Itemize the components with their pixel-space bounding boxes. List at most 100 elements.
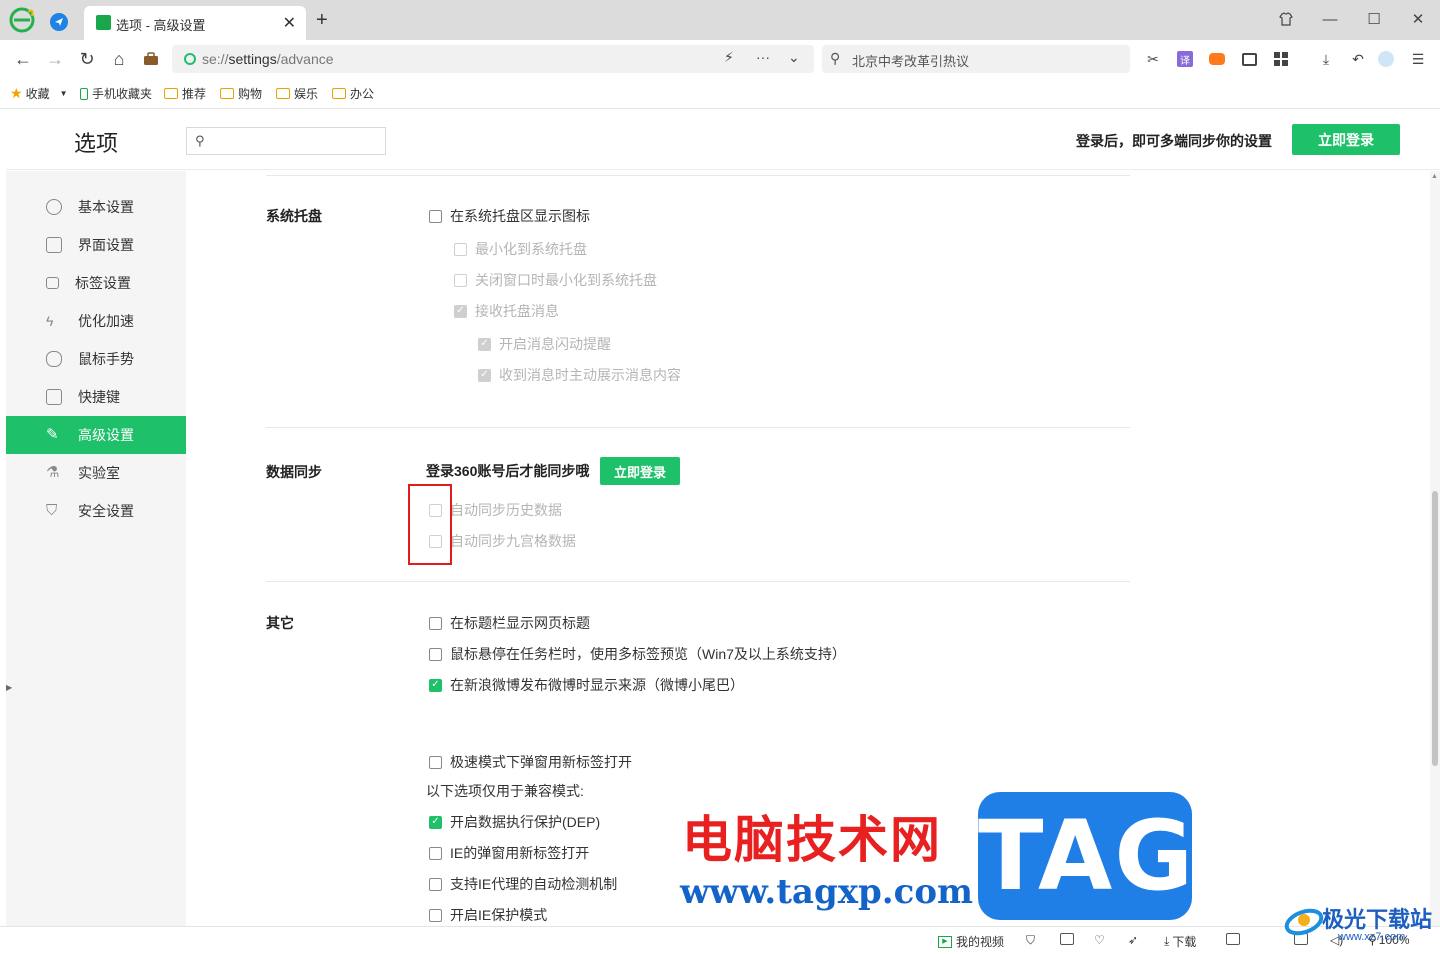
scissors-icon[interactable]: ✂ bbox=[1143, 49, 1163, 69]
sidebar-item-speed[interactable]: ϟ 优化加速 bbox=[6, 302, 186, 340]
url-bar[interactable]: se://settings/advance ⚡ ··· ⌄ bbox=[172, 45, 814, 73]
download-icon: ⤓ bbox=[1164, 934, 1170, 948]
shield-status-icon[interactable]: ⛉ bbox=[1026, 933, 1035, 948]
profile-icon[interactable] bbox=[1376, 49, 1396, 69]
sidebar-item-security[interactable]: ⛉ 安全设置 bbox=[6, 492, 186, 530]
weibo-source-checkbox[interactable]: ✓ 在新浪微博发布微博时显示来源（微博小尾巴） bbox=[429, 675, 744, 695]
scrollbar[interactable]: ▲ bbox=[1430, 171, 1440, 926]
checkbox[interactable]: ✓ bbox=[454, 304, 467, 318]
menu-icon[interactable]: ☰ bbox=[1408, 49, 1428, 69]
search-text: 北京中考改革引热议 bbox=[852, 54, 970, 69]
checkbox[interactable]: ✓ bbox=[429, 815, 442, 829]
image-icon[interactable] bbox=[1060, 933, 1078, 945]
bookmark-folder[interactable]: 娱乐 bbox=[276, 85, 318, 102]
flask-icon: ⚗ bbox=[46, 464, 60, 481]
download-button[interactable]: ⤓ 下载 bbox=[1164, 933, 1196, 950]
sidebar-item-ui[interactable]: 界面设置 bbox=[6, 226, 186, 264]
dep-checkbox[interactable]: ✓ 开启数据执行保护(DEP) bbox=[429, 812, 600, 832]
tray-close-minimize-checkbox[interactable]: 关闭窗口时最小化到系统托盘 bbox=[454, 270, 657, 290]
bookmark-folder[interactable]: 推荐 bbox=[164, 85, 206, 102]
settings-search-input[interactable]: ⚲ bbox=[186, 127, 386, 155]
watermark-tag-logo: TAG bbox=[978, 792, 1193, 920]
tray-show-icon-checkbox[interactable]: 在系统托盘区显示图标 bbox=[429, 206, 590, 226]
wrench-favicon-icon bbox=[96, 15, 111, 30]
login-tip: 登录后，即可多端同步你的设置 bbox=[1076, 133, 1272, 149]
checkbox[interactable]: ✓ bbox=[478, 337, 491, 351]
quick-send-icon[interactable] bbox=[50, 13, 68, 31]
home-icon[interactable]: ⌂ bbox=[108, 48, 130, 70]
sidebar-expand-icon[interactable]: ▶ bbox=[6, 683, 12, 692]
status-bar: ▶ 我的视频 ⛉ ♡ ➶ ⤓ 下载 ◁) ⚲ 100% bbox=[0, 926, 1440, 954]
checkbox[interactable] bbox=[429, 616, 442, 630]
sidebar-item-basic[interactable]: 基本设置 bbox=[6, 188, 186, 226]
login-button[interactable]: 立即登录 bbox=[1292, 124, 1400, 155]
ie-proxy-detect-checkbox[interactable]: 支持IE代理的自动检测机制 bbox=[429, 874, 617, 894]
sidebar-item-advanced[interactable]: ✎ 高级设置 bbox=[6, 416, 186, 454]
my-video-button[interactable]: ▶ 我的视频 bbox=[938, 933, 1004, 950]
checkbox[interactable] bbox=[429, 908, 442, 922]
checkbox[interactable]: ✓ bbox=[429, 678, 442, 692]
ie-protect-mode-checkbox[interactable]: 开启IE保护模式 bbox=[429, 905, 547, 925]
taskbar-preview-checkbox[interactable]: 鼠标悬停在任务栏时，使用多标签预览（Win7及以上系统支持） bbox=[429, 644, 846, 664]
close-window-icon[interactable]: ✕ bbox=[1404, 5, 1432, 33]
lightning-icon: ϟ bbox=[46, 313, 54, 329]
checkbox[interactable] bbox=[429, 209, 442, 223]
checkbox[interactable]: ✓ bbox=[478, 368, 491, 382]
checkbox[interactable] bbox=[429, 647, 442, 661]
sync-login-button[interactable]: 立即登录 bbox=[600, 457, 680, 485]
sidebar-item-shortcuts[interactable]: 快捷键 bbox=[6, 378, 186, 416]
skin-icon[interactable] bbox=[1272, 5, 1300, 33]
bookmark-mobile[interactable]: 手机收藏夹 bbox=[80, 85, 152, 102]
aurora-logo-icon bbox=[1284, 908, 1324, 936]
checkbox[interactable] bbox=[429, 846, 442, 860]
translate-icon[interactable]: 译 bbox=[1175, 49, 1195, 69]
divider bbox=[266, 175, 1130, 176]
show-page-title-checkbox[interactable]: 在标题栏显示网页标题 bbox=[429, 613, 590, 633]
sidebar-item-mouse[interactable]: 鼠标手势 bbox=[6, 340, 186, 378]
checkbox[interactable] bbox=[429, 755, 442, 769]
scroll-up-icon[interactable]: ▲ bbox=[1431, 173, 1438, 180]
chevron-down-icon: ▼ bbox=[59, 89, 68, 98]
checkbox[interactable] bbox=[429, 877, 442, 891]
bookmark-favorites[interactable]: ★ 收藏 ▼ bbox=[10, 85, 68, 102]
tray-receive-msg-checkbox[interactable]: ✓ 接收托盘消息 bbox=[454, 301, 559, 321]
reader-icon[interactable] bbox=[1239, 49, 1259, 69]
heart-icon[interactable]: ♡ bbox=[1094, 933, 1105, 947]
browser-logo-icon[interactable] bbox=[8, 6, 36, 34]
scrollbar-thumb[interactable] bbox=[1432, 491, 1438, 766]
tab-settings[interactable]: 选项 - 高级设置 ✕ bbox=[84, 6, 306, 40]
close-tab-icon[interactable]: ✕ bbox=[283, 13, 296, 33]
checkbox[interactable] bbox=[454, 242, 467, 256]
tray-minimize-checkbox[interactable]: 最小化到系统托盘 bbox=[454, 239, 587, 259]
search-icon: ⚲ bbox=[195, 133, 205, 148]
back-icon[interactable]: ← bbox=[12, 48, 34, 70]
secure-icon bbox=[184, 53, 196, 65]
minimize-icon[interactable]: — bbox=[1316, 5, 1344, 33]
ie-popup-tab-checkbox[interactable]: IE的弹窗用新标签打开 bbox=[429, 843, 589, 863]
bookmark-folder[interactable]: 办公 bbox=[332, 85, 374, 102]
tab-icon bbox=[46, 277, 59, 289]
search-bar[interactable]: ⚲ 北京中考改革引热议 bbox=[822, 45, 1130, 73]
checkbox[interactable] bbox=[454, 273, 467, 287]
sync-login-tip: 登录360账号后才能同步哦 bbox=[426, 463, 590, 479]
tray-flash-msg-checkbox[interactable]: ✓ 开启消息闪动提醒 bbox=[478, 334, 611, 354]
more-icon[interactable]: ··· bbox=[756, 49, 770, 65]
reload-icon[interactable]: ↻ bbox=[76, 48, 98, 70]
undo-icon[interactable]: ↶ bbox=[1348, 49, 1368, 69]
briefcase-icon[interactable] bbox=[140, 48, 162, 70]
tray-show-msg-content-checkbox[interactable]: ✓ 收到消息时主动展示消息内容 bbox=[478, 365, 681, 385]
apps-grid-icon[interactable] bbox=[1271, 49, 1291, 69]
game-icon[interactable] bbox=[1207, 49, 1227, 69]
lightning-icon[interactable]: ⚡ bbox=[724, 49, 734, 66]
sidebar-item-lab[interactable]: ⚗ 实验室 bbox=[6, 454, 186, 492]
vr-icon[interactable] bbox=[1226, 933, 1244, 945]
maximize-icon[interactable]: ☐ bbox=[1360, 5, 1388, 33]
bookmark-folder[interactable]: 购物 bbox=[220, 85, 262, 102]
forward-icon[interactable]: → bbox=[44, 48, 66, 70]
chevron-down-icon[interactable]: ⌄ bbox=[788, 49, 800, 66]
sidebar-item-tabs[interactable]: 标签设置 bbox=[6, 264, 186, 302]
new-tab-icon[interactable]: + bbox=[316, 9, 328, 32]
rocket-icon[interactable]: ➶ bbox=[1128, 933, 1138, 947]
download-icon[interactable]: ⤓ bbox=[1316, 49, 1336, 69]
popup-new-tab-checkbox[interactable]: 极速模式下弹窗用新标签打开 bbox=[429, 752, 632, 772]
